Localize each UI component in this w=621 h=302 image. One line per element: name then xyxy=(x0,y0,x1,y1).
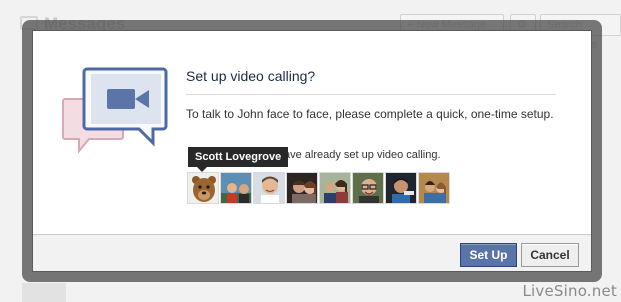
friend-avatar-list xyxy=(187,172,450,204)
friend-avatar[interactable] xyxy=(418,172,450,204)
friend-avatar[interactable] xyxy=(385,172,417,204)
video-camera-speech-bubbles-icon xyxy=(62,67,168,154)
video-calling-dialog: Set up video calling? To talk to John fa… xyxy=(32,30,592,272)
friend-avatar[interactable] xyxy=(187,172,219,204)
dialog-title: Set up video calling? xyxy=(186,68,316,84)
dialog-description: To talk to John face to face, please com… xyxy=(186,107,554,121)
background-avatar xyxy=(22,283,66,302)
dialog-body: Set up video calling? To talk to John fa… xyxy=(33,31,591,234)
cancel-button[interactable]: Cancel xyxy=(521,243,579,267)
title-divider xyxy=(186,94,556,95)
friends-setup-label: ave already set up video calling. xyxy=(284,149,441,161)
tooltip-arrow xyxy=(197,167,207,172)
friend-avatar[interactable] xyxy=(352,172,384,204)
set-up-button[interactable]: Set Up xyxy=(460,243,517,267)
dialog-footer: Set Up Cancel xyxy=(33,234,591,271)
friend-avatar[interactable] xyxy=(220,172,252,204)
friend-avatar[interactable] xyxy=(253,172,285,204)
friend-avatar[interactable] xyxy=(286,172,318,204)
friend-avatar[interactable] xyxy=(319,172,351,204)
friend-name-tooltip: Scott Lovegrove xyxy=(188,147,289,167)
watermark-text: LiveSino.net xyxy=(522,282,617,300)
